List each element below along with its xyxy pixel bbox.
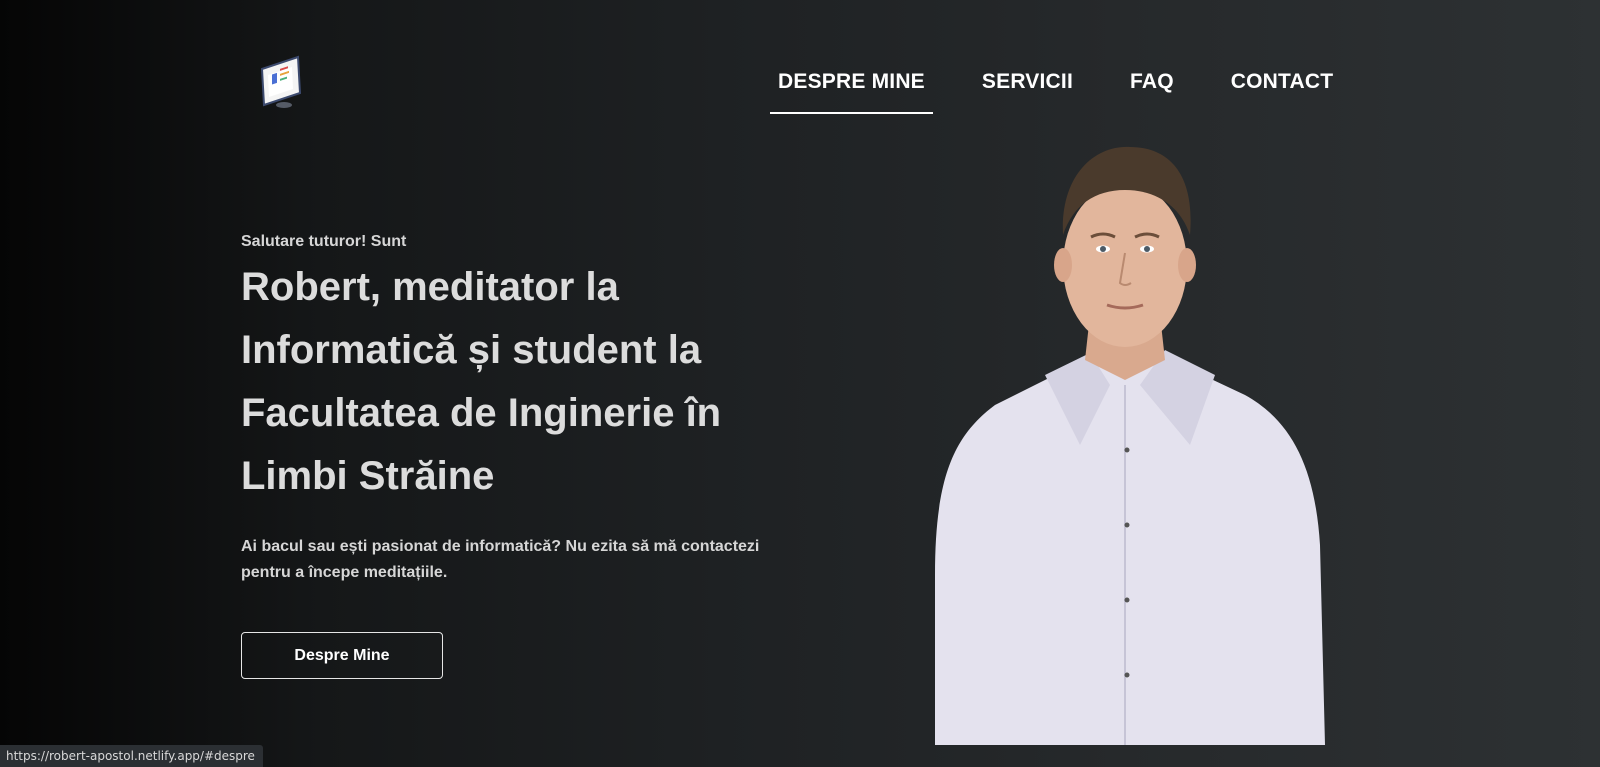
status-bar-url: https://robert-apostol.netlify.app/#desp… bbox=[0, 745, 263, 767]
hero-greeting: Salutare tuturor! Sunt bbox=[241, 233, 407, 250]
nav-item-faq[interactable]: FAQ bbox=[1122, 68, 1182, 114]
despre-mine-button[interactable]: Despre Mine bbox=[241, 632, 443, 679]
hero-headline: Robert, meditator la Informatică și stud… bbox=[241, 265, 722, 498]
monitor-screen-icon[interactable] bbox=[258, 55, 304, 110]
profile-photo bbox=[935, 146, 1325, 745]
nav-item-servicii[interactable]: SERVICII bbox=[974, 68, 1081, 114]
nav-item-contact[interactable]: CONTACT bbox=[1223, 68, 1342, 114]
nav-item-despre-mine[interactable]: DESPRE MINE bbox=[770, 68, 933, 114]
main-nav: DESPRE MINE SERVICII FAQ CONTACT bbox=[770, 68, 1382, 114]
hero-description: Ai bacul sau ești pasionat de informatic… bbox=[241, 538, 760, 581]
